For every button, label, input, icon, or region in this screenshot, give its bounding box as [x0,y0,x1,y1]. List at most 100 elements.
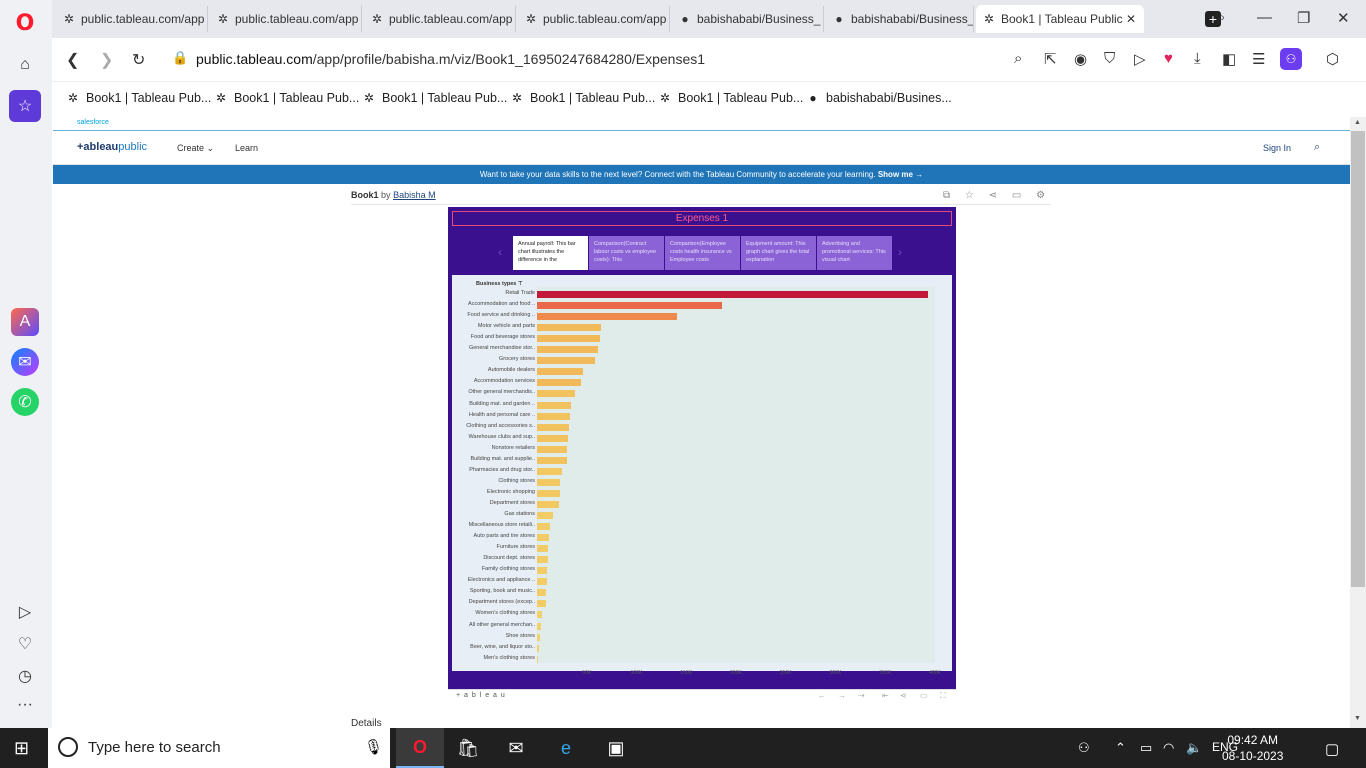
mail-icon[interactable]: ✉ [492,728,540,768]
my-flow-heart-icon[interactable]: ♡ [10,629,40,659]
bookmark-item[interactable]: ✲ Book1 | Tableau Pub... [362,91,507,105]
bar[interactable] [537,500,559,508]
show-me-link[interactable]: Show me → [878,170,923,179]
flow-send-icon[interactable]: ▷ [1134,50,1146,68]
author-link[interactable]: Babisha M [393,190,436,200]
search-page-icon[interactable]: ⌕ [1014,50,1022,67]
bar[interactable] [537,313,678,321]
bar[interactable] [537,556,548,564]
store-icon[interactable]: 🛍 [444,728,492,768]
speed-dial-icon[interactable]: ☆ [9,90,41,122]
more-icon[interactable]: ··· [10,690,40,720]
bar[interactable] [537,622,541,630]
pause-icon[interactable]: ⇤ [882,691,889,700]
bar[interactable] [537,655,538,663]
scroll-up-icon[interactable]: ▲ [1354,119,1361,126]
browser-tab-active[interactable]: ✲ Book1 | Tableau Public ✕ [976,5,1144,33]
history-icon[interactable]: ◷ [10,661,40,691]
bookmark-item[interactable]: ✲ Book1 | Tableau Pub... [658,91,803,105]
close-tab-icon[interactable]: ✕ [1126,12,1136,26]
nav-create[interactable]: Create ⌄ [177,143,214,154]
windows-start-icon[interactable]: ⊞ [14,738,29,759]
bar[interactable] [537,456,567,464]
browser-tab[interactable]: ✲ public.tableau.com/app [56,6,208,32]
story-point-2[interactable]: Comparison(Contract labour costs vs empl… [589,236,664,270]
bar[interactable] [537,589,546,597]
bookmark-item[interactable]: ● babishababi/Busines... [806,91,951,105]
revert-icon[interactable]: ⇢ [858,691,865,700]
search-icon[interactable]: ⌕ [1314,141,1320,154]
copy-icon[interactable]: ⧉ [943,190,950,201]
bar[interactable] [537,611,542,619]
battery-icon[interactable]: ▭ [1140,740,1152,756]
system-clock[interactable]: 09:42 AM 08-10-2023 [1222,732,1283,764]
opera-logo-icon[interactable]: O [10,8,40,38]
story-point-3[interactable]: Comparison(Employee costs health insuran… [665,236,740,270]
bar[interactable] [537,346,598,354]
extensions-icon[interactable]: ⬡ [1326,50,1339,68]
bar[interactable] [537,600,546,608]
bar[interactable] [537,390,575,398]
bar[interactable] [537,302,723,310]
bar[interactable] [537,489,560,497]
taskbar-search-input[interactable]: Type here to search 🎙 [48,728,390,768]
app-icon[interactable]: ▣ [592,728,640,768]
tab-search-icon[interactable]: ⌕ [1217,9,1225,26]
settings-icon[interactable]: ⚙ [1036,190,1045,201]
bar[interactable] [537,478,560,486]
forward-icon[interactable]: ❯ [100,50,113,70]
sign-in-link[interactable]: Sign In [1263,143,1291,153]
bookmark-item[interactable]: ✲ Book1 | Tableau Pub... [214,91,359,105]
browser-tab[interactable]: ✲ public.tableau.com/app [518,6,670,32]
bar[interactable] [537,523,550,531]
wifi-icon[interactable]: ◠ [1163,740,1174,756]
url-field[interactable]: public.tableau.com/app/profile/babisha.m… [196,51,705,67]
story-prev-icon[interactable]: ‹ [498,245,502,259]
comment-icon[interactable]: ▭ [1012,190,1021,201]
people-icon[interactable]: ⚇ [1078,740,1090,756]
home-icon[interactable]: ⌂ [10,50,40,80]
nav-learn[interactable]: Learn [235,143,258,153]
story-point-1[interactable]: Annual payroll: This bar chart illustrat… [513,236,588,270]
close-window-icon[interactable]: ✕ [1337,9,1350,27]
bar[interactable] [537,644,539,652]
download-icon[interactable]: ▭ [920,691,928,700]
camera-icon[interactable]: ◉ [1074,50,1087,68]
heart-icon[interactable]: ♥ [1164,50,1173,67]
microphone-icon[interactable]: 🎙 [364,738,383,756]
share-icon[interactable]: ⇱ [1044,50,1057,68]
story-point-4[interactable]: Equipment amount: This graph chart gives… [741,236,816,270]
opera-taskbar-icon[interactable]: O [396,728,444,768]
bookmark-item[interactable]: ✲ Book1 | Tableau Pub... [510,91,655,105]
bar[interactable] [537,467,562,475]
notifications-icon[interactable]: ▢ [1325,740,1339,758]
sidebar-toggle-icon[interactable]: ◧ [1222,50,1236,68]
easy-setup-icon[interactable]: ☰ [1252,50,1265,68]
bar[interactable] [537,534,549,542]
story-point-5[interactable]: Advertising and promotional services: Th… [817,236,892,270]
restore-icon[interactable]: ❐ [1297,9,1310,27]
bar[interactable] [537,512,553,519]
reload-icon[interactable]: ↻ [132,50,145,70]
bar[interactable] [537,423,569,431]
browser-tab[interactable]: ✲ public.tableau.com/app [364,6,516,32]
lock-icon[interactable]: 🔒 [172,50,188,66]
volume-icon[interactable]: 🔈 [1186,740,1202,756]
favorite-star-icon[interactable]: ☆ [965,190,974,201]
back-icon[interactable]: ❮ [66,50,79,70]
bar[interactable] [537,412,570,420]
salesforce-logo[interactable]: salesforce [77,119,109,126]
scroll-thumb[interactable] [1351,131,1365,587]
share-icon[interactable]: ⋖ [900,691,907,700]
filter-icon[interactable]: ⊤ [518,281,523,287]
browser-tab[interactable]: ✲ public.tableau.com/app [210,6,362,32]
bar[interactable] [537,401,571,409]
bar[interactable] [537,379,581,387]
bar[interactable] [537,324,601,332]
page-scrollbar[interactable]: ▲ ▼ [1350,117,1366,728]
browser-tab[interactable]: ● babishababi/Business_ [672,6,824,32]
bar[interactable] [537,545,548,553]
aria-icon[interactable]: A [11,308,39,336]
bar[interactable] [537,357,595,365]
browser-tab[interactable]: ● babishababi/Business_ [826,6,974,32]
